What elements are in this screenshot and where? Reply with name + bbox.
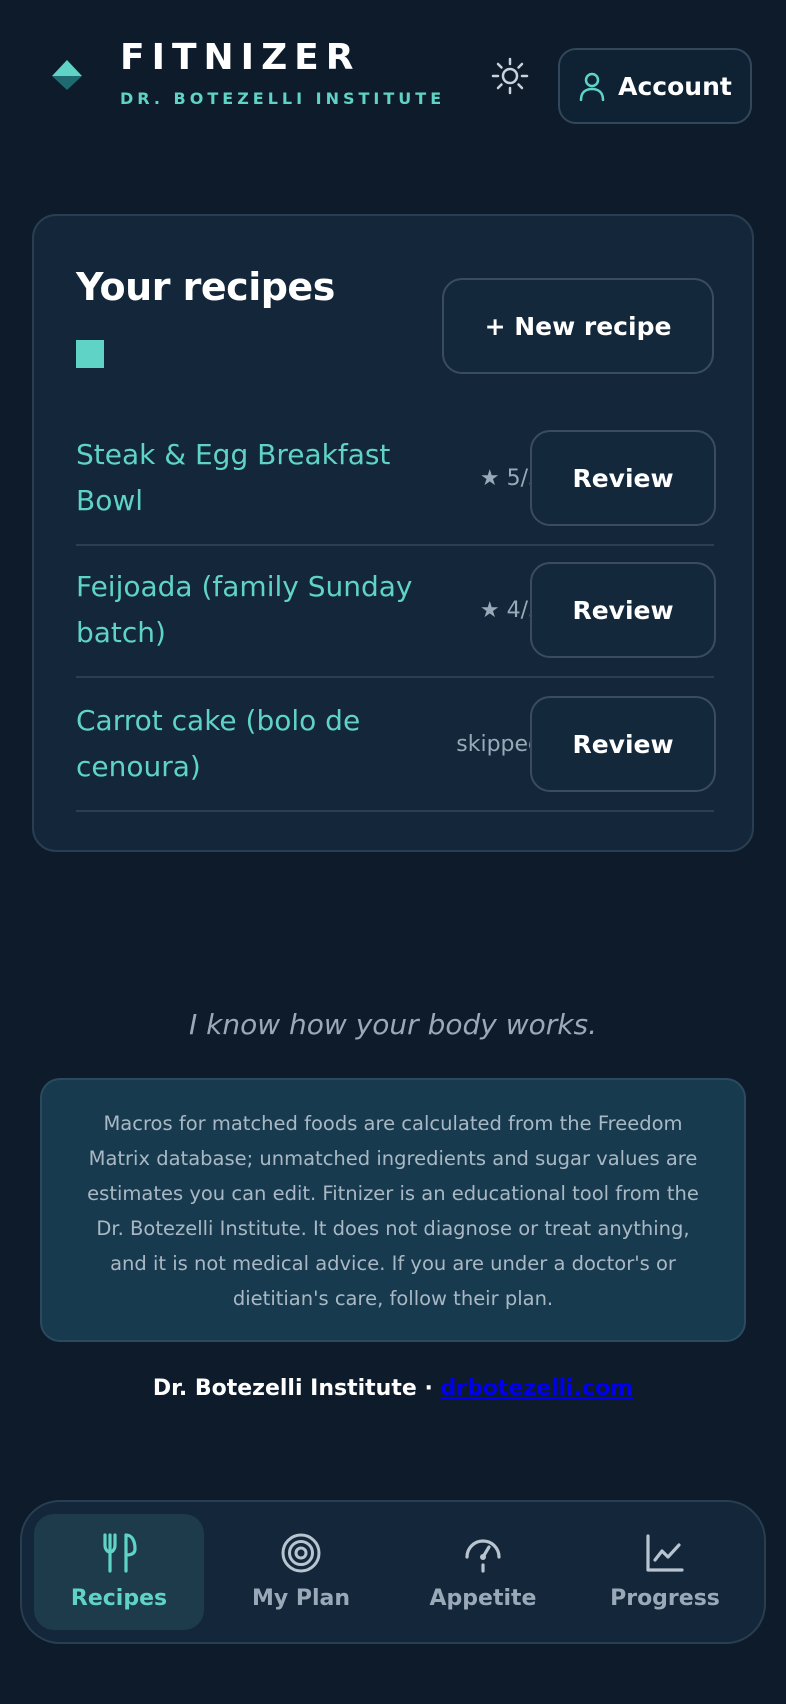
- nav-item-appetite[interactable]: Appetite: [398, 1514, 568, 1630]
- recipe-status: skipped: [456, 731, 542, 757]
- recipe-name[interactable]: Feijoada (family Sunday batch): [76, 544, 416, 676]
- recipe-rating: ★ 5/5: [479, 465, 542, 491]
- nav-label: Progress: [610, 1586, 720, 1611]
- recipe-row: Carrot cake (bolo de cenoura) skipped Re…: [76, 678, 716, 812]
- footer: Dr. Botezelli Institute · drbotezelli.co…: [0, 1376, 786, 1401]
- nav-label: My Plan: [251, 1586, 351, 1611]
- bottom-nav: Recipes My Plan Appetite Progress: [20, 1500, 766, 1644]
- recipe-name[interactable]: Carrot cake (bolo de cenoura): [76, 678, 416, 810]
- nav-label: Appetite: [429, 1586, 537, 1611]
- review-button[interactable]: Review: [530, 562, 716, 658]
- nav-item-my-plan[interactable]: My Plan: [216, 1514, 386, 1630]
- disclaimer-text: Macros for matched foods are calculated …: [87, 1112, 699, 1310]
- recipe-name[interactable]: Steak & Egg Breakfast Bowl: [76, 412, 416, 544]
- tagline: I know how your body works.: [189, 1008, 597, 1041]
- review-button[interactable]: Review: [530, 696, 716, 792]
- recipe-row: Feijoada (family Sunday batch) ★ 4/5 Rev…: [76, 544, 716, 678]
- recipes-card: Your recipes + New recipe Steak & Egg Br…: [32, 214, 754, 852]
- nav-item-recipes[interactable]: Recipes: [34, 1514, 204, 1630]
- utensils-icon: [103, 1533, 137, 1573]
- footer-link[interactable]: drbotezelli.com: [440, 1376, 633, 1401]
- theme-toggle-button[interactable]: [490, 56, 530, 96]
- accent-square: [76, 340, 104, 368]
- new-recipe-button[interactable]: + New recipe: [442, 278, 714, 374]
- brand-subtitle: DR. BOTEZELLI INSTITUTE: [120, 89, 446, 108]
- target-icon: [281, 1533, 321, 1573]
- recipes-title: Your recipes: [76, 265, 335, 309]
- logo-icon: [50, 58, 84, 92]
- account-label: Account: [618, 71, 732, 101]
- nav-item-progress[interactable]: Progress: [580, 1514, 750, 1630]
- nav-label: Recipes: [70, 1586, 168, 1611]
- brand-title: FITNIZER: [120, 37, 361, 78]
- recipe-row: Steak & Egg Breakfast Bowl ★ 5/5 Review: [76, 412, 716, 546]
- disclaimer-box: Macros for matched foods are calculated …: [40, 1078, 746, 1342]
- account-button[interactable]: Account: [558, 48, 752, 124]
- footer-org: Dr. Botezelli Institute ·: [152, 1376, 433, 1401]
- chart-line-icon: [646, 1534, 684, 1572]
- review-button[interactable]: Review: [530, 430, 716, 526]
- sun-icon: [491, 57, 529, 95]
- user-icon: [579, 72, 605, 101]
- recipe-rating: ★ 4/5: [479, 597, 542, 623]
- gauge-icon: [465, 1539, 501, 1573]
